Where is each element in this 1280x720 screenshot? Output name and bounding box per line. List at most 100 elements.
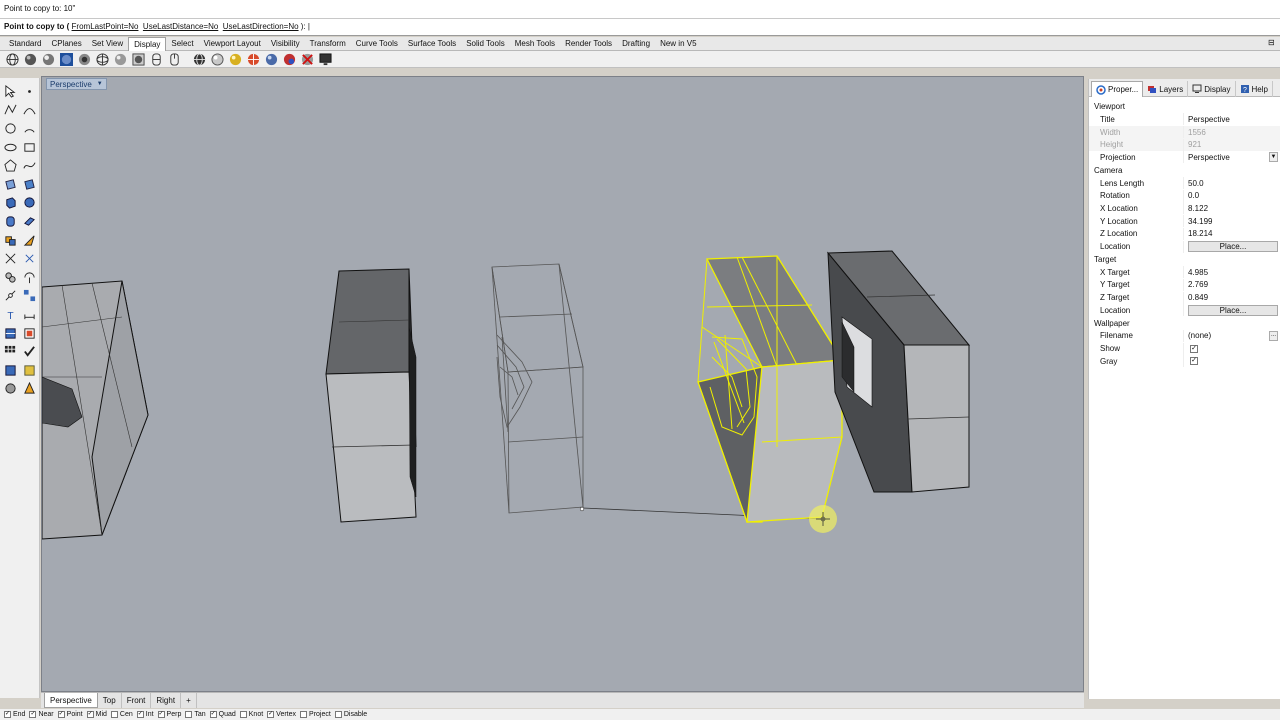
collapse-toolbar-icon[interactable]: ⊟ bbox=[1268, 38, 1278, 49]
layer-icon[interactable] bbox=[1, 361, 20, 380]
osnap-perp[interactable]: ✓ Perp bbox=[157, 711, 181, 718]
osnap-mid-checkbox[interactable]: ✓ bbox=[86, 711, 94, 718]
tab-help[interactable]: ? Help bbox=[1236, 81, 1273, 97]
colorful-sphere-icon[interactable] bbox=[282, 52, 297, 67]
option-use-last-distance[interactable]: UseLastDistance=No bbox=[143, 22, 218, 31]
point-icon[interactable] bbox=[20, 82, 39, 101]
projection-select[interactable]: Perspective ▼ bbox=[1183, 151, 1280, 164]
option-use-last-direction[interactable]: UseLastDirection=No bbox=[223, 22, 299, 31]
array-icon[interactable] bbox=[1, 342, 20, 361]
osnap-vertex[interactable]: ✓ Vertex bbox=[267, 711, 296, 718]
right-box-with-hole[interactable] bbox=[826, 250, 971, 493]
gold-sphere-icon[interactable] bbox=[228, 52, 243, 67]
toolbar-tab-curve-tools[interactable]: Curve Tools bbox=[351, 37, 403, 51]
chevron-down-icon[interactable]: ▼ bbox=[97, 81, 103, 87]
toolbar-tab-viewport-layout[interactable]: Viewport Layout bbox=[199, 37, 266, 51]
rotation-field[interactable]: 0.0 bbox=[1183, 189, 1280, 202]
render-icon[interactable] bbox=[20, 324, 39, 343]
osnap-disable[interactable]: Disable bbox=[334, 711, 367, 718]
split-icon[interactable] bbox=[1, 287, 20, 306]
surface-icon[interactable] bbox=[1, 175, 20, 194]
target-sphere-icon[interactable] bbox=[246, 52, 261, 67]
rendered-sphere-icon[interactable] bbox=[41, 52, 56, 67]
selected-box[interactable] bbox=[697, 255, 844, 523]
fillet-icon[interactable] bbox=[20, 231, 39, 250]
ellipse-icon[interactable] bbox=[1, 138, 20, 157]
toolbar-tab-select[interactable]: Select bbox=[166, 37, 198, 51]
tab-front[interactable]: Front bbox=[122, 693, 152, 708]
globe-icon[interactable] bbox=[192, 52, 207, 67]
loft-icon[interactable] bbox=[20, 175, 39, 194]
polyline-icon[interactable] bbox=[1, 101, 20, 120]
y-location-field[interactable]: 34.199 bbox=[1183, 215, 1280, 228]
group-icon[interactable] bbox=[1, 268, 20, 287]
rectangle-icon[interactable] bbox=[20, 138, 39, 157]
boolean-icon[interactable] bbox=[1, 231, 20, 250]
osnap-point-checkbox[interactable]: ✓ bbox=[57, 711, 65, 718]
xray-sphere-icon[interactable] bbox=[77, 52, 92, 67]
arc-icon[interactable] bbox=[20, 119, 39, 138]
explode-icon[interactable] bbox=[1, 249, 20, 268]
scene-canvas[interactable] bbox=[42, 77, 1084, 692]
osnap-near[interactable]: ✓ Near bbox=[29, 711, 54, 718]
osnap-end-checkbox[interactable]: ✓ bbox=[4, 711, 11, 718]
osnap-project[interactable]: Project bbox=[300, 711, 331, 718]
light-icon[interactable] bbox=[20, 380, 39, 399]
osnap-int[interactable]: ✓ Int bbox=[136, 711, 154, 718]
perspective-viewport[interactable]: Perspective ▼ bbox=[41, 76, 1084, 692]
x-location-field[interactable]: 8.122 bbox=[1183, 202, 1280, 215]
osnap-vertex-checkbox[interactable]: ✓ bbox=[267, 711, 275, 718]
cylinder-icon[interactable] bbox=[1, 212, 20, 231]
z-location-field[interactable]: 18.214 bbox=[1183, 227, 1280, 240]
tab-right[interactable]: Right bbox=[151, 693, 182, 708]
toolbar-tab-visibility[interactable]: Visibility bbox=[266, 37, 305, 51]
toolbar-tab-set-view[interactable]: Set View bbox=[87, 37, 128, 51]
option-from-last-point[interactable]: FromLastPoint=No bbox=[72, 22, 139, 31]
osnap-perp-checkbox[interactable]: ✓ bbox=[157, 711, 165, 718]
toolbar-tab-mesh-tools[interactable]: Mesh Tools bbox=[510, 37, 560, 51]
lens-length-field[interactable]: 50.0 bbox=[1183, 177, 1280, 190]
tab-top[interactable]: Top bbox=[98, 693, 122, 708]
z-target-field[interactable]: 0.849 bbox=[1183, 291, 1280, 304]
pen-sphere-icon[interactable] bbox=[131, 52, 146, 67]
material-icon[interactable] bbox=[1, 380, 20, 399]
osnap-knot-checkbox[interactable] bbox=[239, 711, 247, 718]
material-sphere-icon[interactable] bbox=[264, 52, 279, 67]
sphere-icon[interactable] bbox=[20, 194, 39, 213]
target-place-button[interactable]: Place... bbox=[1188, 304, 1278, 316]
osnap-int-checkbox[interactable]: ✓ bbox=[136, 711, 144, 718]
extrude-icon[interactable] bbox=[20, 212, 39, 231]
osnap-tan-checkbox[interactable] bbox=[185, 711, 193, 718]
show-checkbox[interactable]: ✓ bbox=[1190, 344, 1198, 353]
osnap-near-checkbox[interactable]: ✓ bbox=[29, 711, 37, 718]
filename-field[interactable]: (none)... bbox=[1183, 329, 1280, 342]
browse-button[interactable]: ... bbox=[1269, 330, 1278, 341]
artistic-sphere-icon[interactable] bbox=[113, 52, 128, 67]
osnap-quad-checkbox[interactable]: ✓ bbox=[209, 711, 217, 718]
toolbar-tab-cplanes[interactable]: CPlanes bbox=[46, 37, 86, 51]
ghosted-sphere-icon[interactable] bbox=[59, 52, 74, 67]
mesh-icon[interactable] bbox=[1, 324, 20, 343]
toolbar-tab-surface-tools[interactable]: Surface Tools bbox=[403, 37, 461, 51]
remove-icon[interactable] bbox=[300, 52, 315, 67]
toolbar-tab-drafting[interactable]: Drafting bbox=[617, 37, 655, 51]
osnap-mid[interactable]: ✓ Mid bbox=[86, 711, 107, 718]
osnap-cen-checkbox[interactable] bbox=[110, 711, 118, 718]
toolbar-tab-render-tools[interactable]: Render Tools bbox=[560, 37, 617, 51]
y-target-field[interactable]: 2.769 bbox=[1183, 278, 1280, 291]
osnap-point[interactable]: ✓ Point bbox=[57, 711, 83, 718]
gray-checkbox[interactable]: ✓ bbox=[1190, 357, 1198, 366]
text-icon[interactable]: T bbox=[1, 305, 20, 324]
osnap-cen[interactable]: Cen bbox=[110, 711, 133, 718]
osnap-end[interactable]: ✓ End bbox=[4, 711, 25, 718]
osnap-disable-checkbox[interactable] bbox=[334, 711, 342, 718]
join-icon[interactable] bbox=[20, 287, 39, 306]
shaded-sphere-icon[interactable] bbox=[23, 52, 38, 67]
wireframe-box[interactable] bbox=[491, 263, 584, 514]
polygon-icon[interactable] bbox=[1, 156, 20, 175]
camera-place-button[interactable]: Place... bbox=[1188, 241, 1278, 253]
dimension-icon[interactable] bbox=[20, 305, 39, 324]
mouse-icon[interactable] bbox=[167, 52, 182, 67]
toolbar-tab-display[interactable]: Display bbox=[128, 37, 167, 51]
viewport-title[interactable]: Perspective ▼ bbox=[46, 78, 107, 90]
